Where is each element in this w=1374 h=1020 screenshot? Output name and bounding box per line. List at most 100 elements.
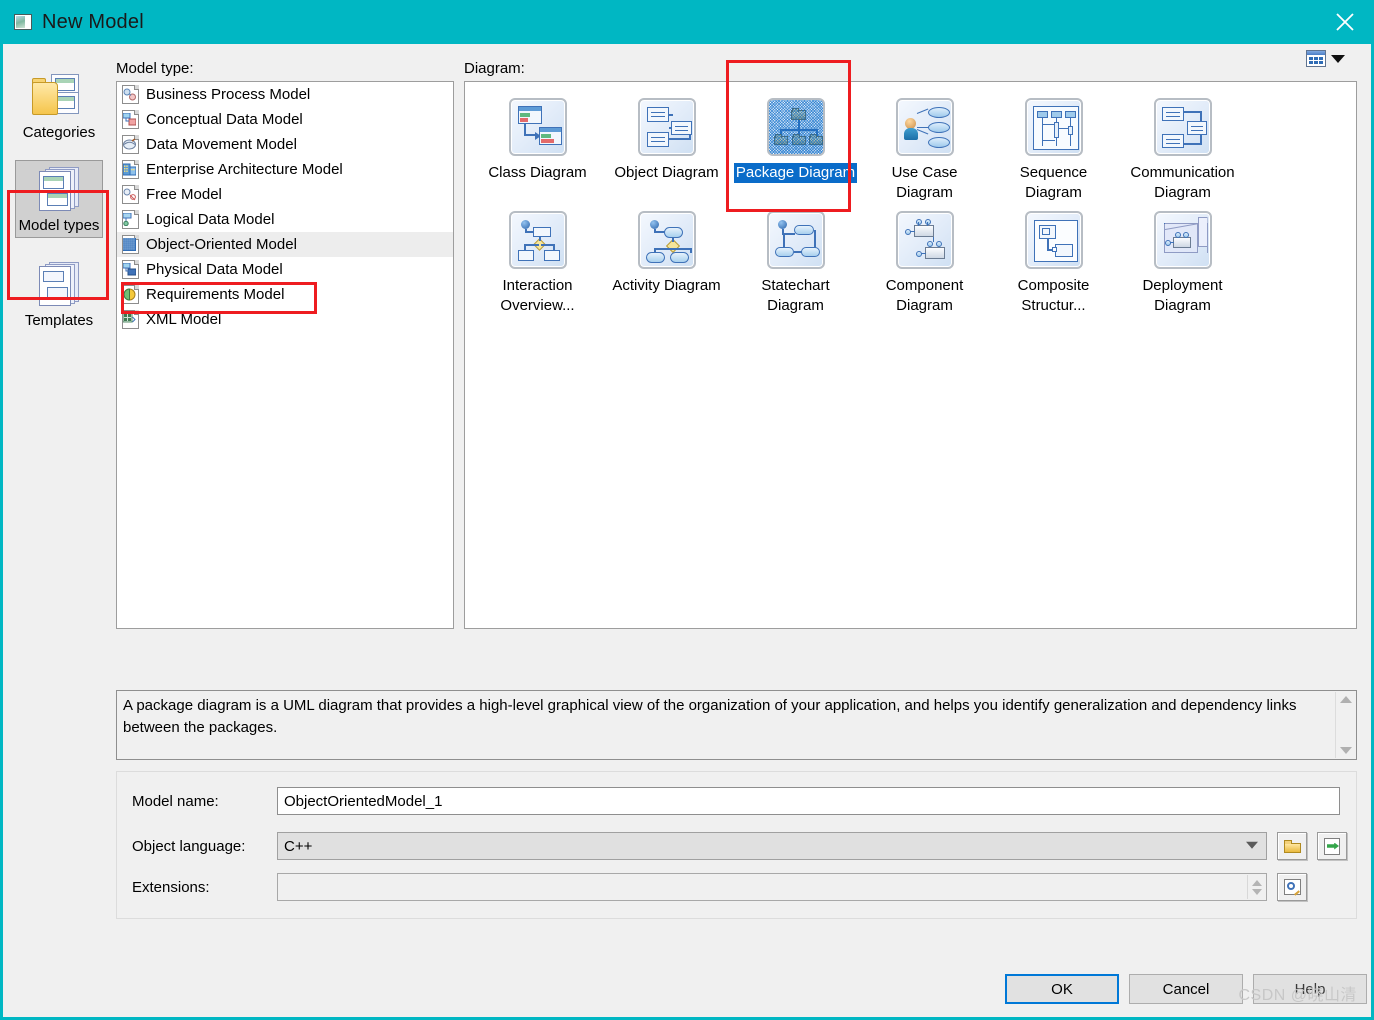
model-type-list[interactable]: Business Process Model Conceptual Data Mo… xyxy=(116,81,454,629)
scroll-down-icon[interactable] xyxy=(1339,747,1352,754)
folder-open-icon xyxy=(1283,839,1301,853)
model-type-item-label: XML Model xyxy=(146,311,222,328)
model-type-item-label: Enterprise Architecture Model xyxy=(146,161,343,178)
diagram-item[interactable]: Communication Diagram xyxy=(1118,90,1247,203)
description-text: A package diagram is a UML diagram that … xyxy=(123,697,1297,736)
spinner-up-icon[interactable] xyxy=(1251,879,1262,886)
list-view-icon xyxy=(1306,50,1326,67)
physical-data-model-icon xyxy=(122,260,139,279)
free-model-icon xyxy=(122,185,139,204)
scroll-up-icon[interactable] xyxy=(1339,696,1352,703)
diagram-item-label: Interaction Overview... xyxy=(500,277,575,314)
model-type-item[interactable]: Free Model xyxy=(117,182,453,207)
browse-language-button[interactable] xyxy=(1277,832,1307,860)
diagram-item[interactable]: Statechart Diagram xyxy=(731,203,860,316)
model-form: Model name: ObjectOrientedModel_1 Object… xyxy=(116,771,1357,919)
cancel-button[interactable]: Cancel xyxy=(1129,974,1243,1004)
extensions-spinner[interactable] xyxy=(1247,875,1265,899)
model-type-item[interactable]: Business Process Model xyxy=(117,82,453,107)
import-language-button[interactable] xyxy=(1317,832,1347,860)
component-diagram-icon xyxy=(895,211,954,269)
model-type-item[interactable]: XML Model xyxy=(117,307,453,332)
xml-model-icon xyxy=(122,310,139,329)
object-language-value: C++ xyxy=(284,837,313,855)
rail-label: Model types xyxy=(18,217,100,234)
extensions-label: Extensions: xyxy=(132,878,210,896)
model-type-item[interactable]: Data Movement Model xyxy=(117,132,453,157)
properties-magnifier-icon xyxy=(1283,879,1301,896)
diagram-item-label: Object Diagram xyxy=(614,164,719,181)
diagram-item-label: Package Diagram xyxy=(733,163,858,183)
model-type-item-label: Logical Data Model xyxy=(146,211,275,228)
view-mode-toggle[interactable] xyxy=(1306,50,1345,67)
diagram-item[interactable]: Package Diagram xyxy=(731,90,860,203)
chevron-down-icon xyxy=(1331,54,1345,63)
categories-folder-icon xyxy=(31,72,87,122)
deployment-diagram-icon xyxy=(1153,211,1212,269)
object-language-row: Object language: C++ xyxy=(117,831,1356,861)
model-type-item-label: Business Process Model xyxy=(146,86,311,103)
diagram-item-label: Communication Diagram xyxy=(1130,164,1235,201)
diagram-item[interactable]: Sequence Diagram xyxy=(989,90,1118,203)
diagram-item[interactable]: Interaction Overview... xyxy=(473,203,602,316)
model-type-item-label: Conceptual Data Model xyxy=(146,111,303,128)
diagram-item-label: Class Diagram xyxy=(488,164,587,181)
extensions-input[interactable] xyxy=(277,873,1267,901)
spinner-down-icon[interactable] xyxy=(1251,888,1262,895)
model-type-item[interactable]: Requirements Model xyxy=(117,282,453,307)
use-case-diagram-icon xyxy=(895,98,954,156)
rail-label: Categories xyxy=(22,124,96,141)
description-box: A package diagram is a UML diagram that … xyxy=(116,690,1357,760)
activity-diagram-icon xyxy=(637,211,696,269)
description-scrollbar[interactable] xyxy=(1335,692,1355,758)
model-name-input[interactable]: ObjectOrientedModel_1 xyxy=(277,787,1340,815)
close-icon[interactable] xyxy=(1316,0,1374,44)
diagram-item[interactable]: Activity Diagram xyxy=(602,203,731,316)
rail-item-categories[interactable]: Categories xyxy=(15,68,103,144)
requirements-model-icon xyxy=(122,285,139,304)
interaction-overview-icon xyxy=(508,211,567,269)
diagram-item[interactable]: Deployment Diagram xyxy=(1118,203,1247,316)
model-type-item-label: Object-Oriented Model xyxy=(146,236,297,253)
logical-data-model-icon xyxy=(122,210,139,229)
rail-item-templates[interactable]: Templates xyxy=(15,256,103,332)
window-title: New Model xyxy=(42,10,144,33)
diagram-item[interactable]: Component Diagram xyxy=(860,203,989,316)
title-bar: New Model xyxy=(0,0,1374,44)
diagram-item[interactable]: Composite Structur... xyxy=(989,203,1118,316)
model-name-row: Model name: ObjectOrientedModel_1 xyxy=(117,786,1356,816)
footer: OK Cancel Help xyxy=(3,961,1371,1017)
extensions-row: Extensions: xyxy=(117,872,1356,902)
model-type-item[interactable]: Physical Data Model xyxy=(117,257,453,282)
composite-structure-diagram-icon xyxy=(1024,211,1083,269)
chevron-down-icon xyxy=(1246,841,1258,849)
dialog-body: Categories Model types Templates Model t… xyxy=(0,44,1374,1020)
model-type-item[interactable]: Object-Oriented Model xyxy=(117,232,453,257)
diagram-item-label: Use Case Diagram xyxy=(891,164,958,201)
model-type-item-label: Data Movement Model xyxy=(146,136,297,153)
model-type-label: Model type: xyxy=(116,60,194,77)
model-type-item[interactable]: Logical Data Model xyxy=(117,207,453,232)
diagram-item[interactable]: Object Diagram xyxy=(602,90,731,203)
diagram-item-label: Statechart Diagram xyxy=(761,277,830,314)
diagram-item[interactable]: Use Case Diagram xyxy=(860,90,989,203)
watermark: CSDN @晓山清 xyxy=(1238,987,1357,1004)
diagram-item-label: Composite Structur... xyxy=(1017,277,1090,314)
model-type-item[interactable]: Conceptual Data Model xyxy=(117,107,453,132)
ok-button[interactable]: OK xyxy=(1005,974,1119,1004)
diagram-panel[interactable]: Class Diagram Object Diagram Package Diagr… xyxy=(464,81,1357,629)
business-process-model-icon xyxy=(122,85,139,104)
model-type-item[interactable]: Enterprise Architecture Model xyxy=(117,157,453,182)
diagram-item[interactable]: Class Diagram xyxy=(473,90,602,203)
rail-item-model-types[interactable]: Model types xyxy=(15,160,103,238)
conceptual-data-model-icon xyxy=(122,110,139,129)
class-diagram-icon xyxy=(508,98,567,156)
object-diagram-icon xyxy=(637,98,696,156)
object-language-select[interactable]: C++ xyxy=(277,832,1267,860)
extensions-properties-button[interactable] xyxy=(1277,873,1307,901)
rail-label: Templates xyxy=(24,312,94,329)
diagram-item-label: Deployment Diagram xyxy=(1142,277,1223,314)
import-file-icon xyxy=(1324,837,1340,855)
communication-diagram-icon xyxy=(1153,98,1212,156)
object-language-label: Object language: xyxy=(132,837,246,855)
